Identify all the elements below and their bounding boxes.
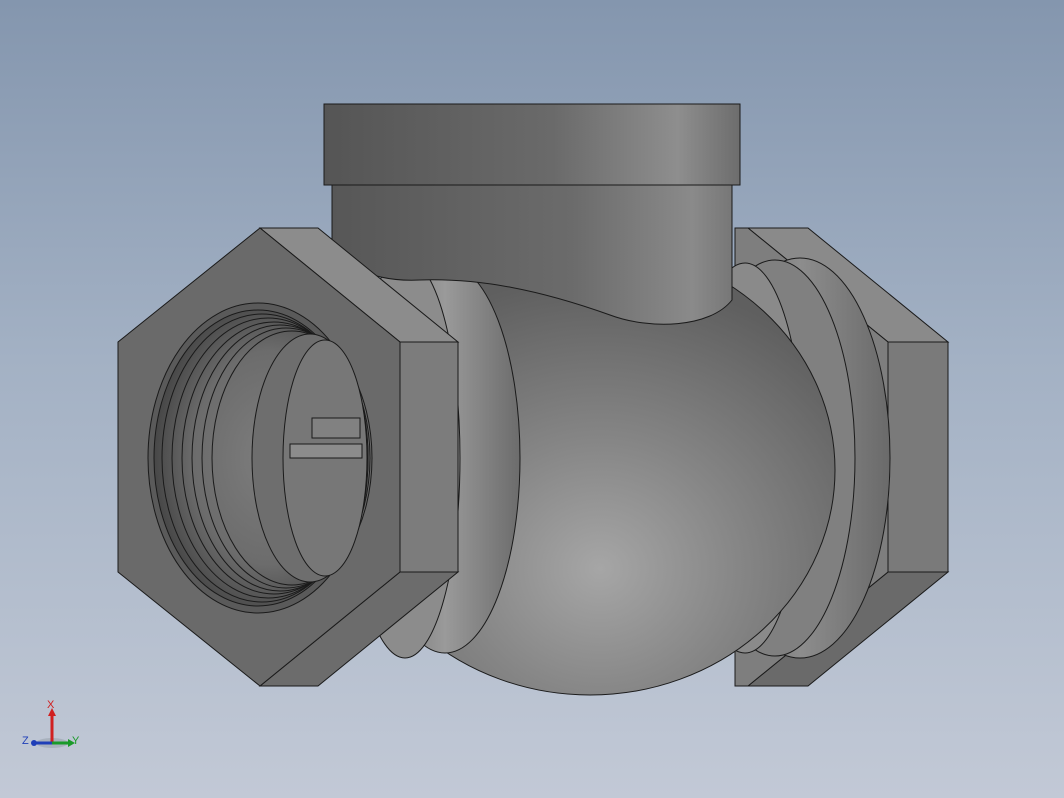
axis-z-label: Z — [22, 735, 29, 747]
graphics-viewport[interactable]: X Y Z — [0, 0, 1064, 798]
axis-y-label: Y — [72, 735, 80, 747]
bonnet-cap[interactable] — [323, 103, 741, 186]
axis-x-label: X — [47, 699, 55, 711]
valve-model[interactable] — [0, 0, 1064, 798]
check-disc-edge — [289, 443, 363, 459]
orientation-triad: X Y Z — [18, 696, 88, 756]
threaded-port[interactable] — [147, 302, 373, 614]
